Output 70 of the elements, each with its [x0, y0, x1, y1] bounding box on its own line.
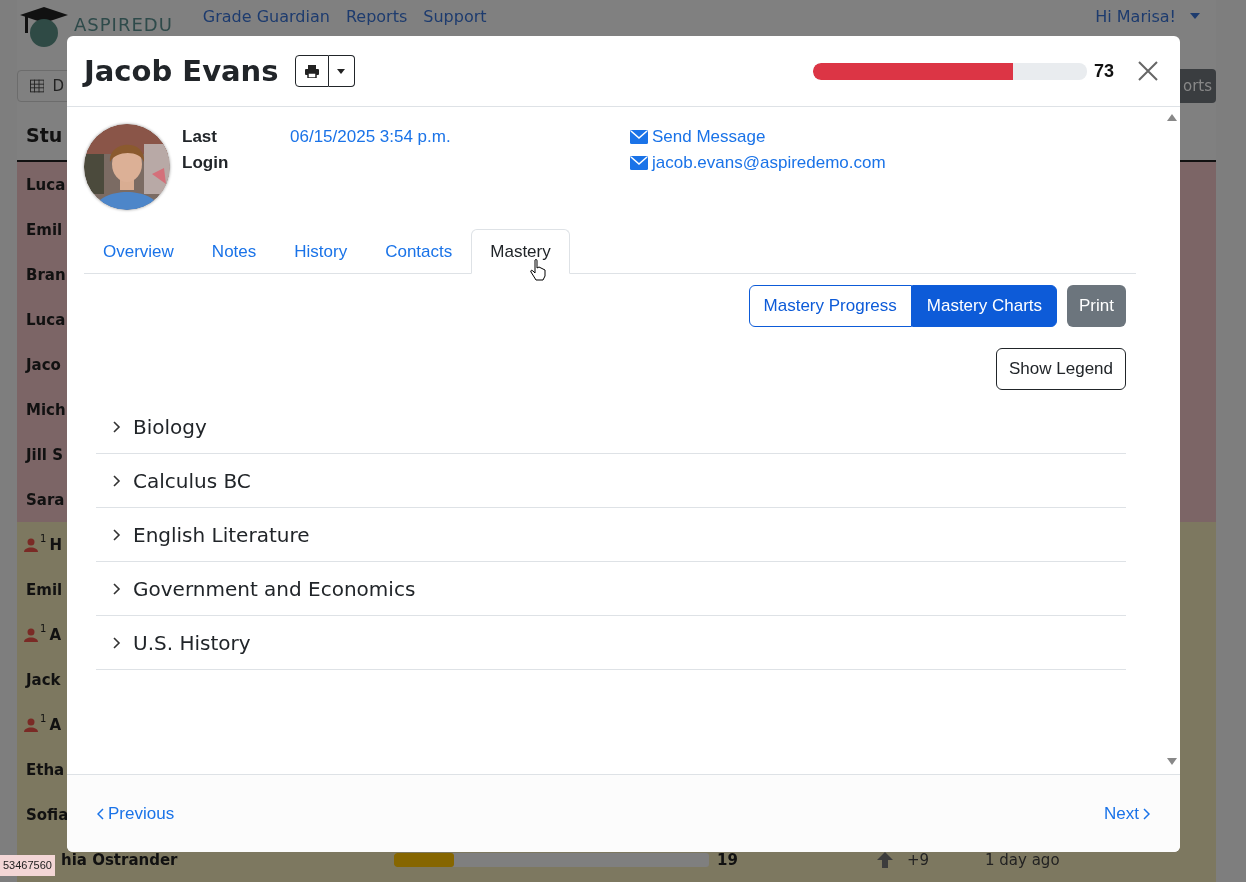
student-name: Luca	[26, 175, 66, 194]
caret-icon	[337, 68, 346, 74]
student-name: hia Ostrander	[61, 850, 179, 869]
student-name: H	[49, 535, 62, 554]
student-name: Sara	[26, 490, 65, 509]
dropdown-toggle[interactable]	[328, 55, 355, 87]
show-legend-button[interactable]: Show Legend	[996, 348, 1126, 390]
contact-link[interactable]: jacob.evans@aspiredemo.com	[630, 150, 886, 176]
print-button[interactable]	[294, 55, 329, 87]
tab[interactable]: Mastery	[471, 229, 570, 274]
close-icon	[1138, 61, 1158, 81]
score-change: +9	[907, 850, 931, 869]
tab[interactable]: Overview	[84, 229, 193, 274]
tooltip: 53467560	[0, 855, 55, 876]
next-link[interactable]: Next	[1104, 803, 1150, 824]
count-label: 1	[40, 713, 47, 724]
subject-accordion-item[interactable]: Government and Economics	[96, 562, 1126, 616]
nav-link[interactable]: Reports	[345, 6, 408, 26]
nav-link[interactable]: Grade Guardian	[202, 6, 330, 26]
person-icon	[24, 717, 38, 732]
subject-accordion-item[interactable]: Biology	[96, 400, 1126, 454]
view-toggle-button[interactable]: Mastery Progress	[748, 285, 912, 327]
student-name: Emil	[26, 220, 63, 239]
person-icon	[24, 537, 38, 552]
hand-cursor-icon	[530, 259, 546, 281]
brand-name: ASPIREDU	[74, 13, 173, 35]
student-name: Sofia	[26, 805, 69, 824]
count-label: 1	[40, 623, 47, 634]
student-name: Bran	[26, 265, 66, 284]
count-label: 1	[40, 533, 47, 544]
score-value: 19	[717, 850, 739, 869]
tab[interactable]: Notes	[192, 229, 276, 274]
subject-accordion-item[interactable]: U.S. History	[96, 616, 1126, 670]
score-value: 73	[1094, 60, 1116, 82]
envelope-icon	[630, 156, 648, 170]
field-label: Last Login	[182, 126, 230, 174]
section-heading: Stu	[26, 124, 63, 147]
student-name: A	[49, 715, 61, 734]
student-name: Mich	[26, 400, 66, 419]
tab[interactable]: Contacts	[366, 229, 472, 274]
scroll-up-icon	[1167, 114, 1177, 121]
student-name: Jack	[26, 670, 61, 689]
student-name: Luca	[26, 310, 66, 329]
contact-link[interactable]: Send Message	[630, 124, 886, 150]
last-login-link[interactable]: 06/15/2025 3:54 p.m.	[290, 124, 630, 150]
student-name: Jill S	[26, 445, 64, 464]
tab[interactable]: History	[275, 229, 367, 274]
view-toggle-button[interactable]: Mastery Charts	[911, 285, 1058, 327]
chevron-right-icon	[1143, 807, 1150, 820]
subject-accordion-item[interactable]: English Literature	[96, 508, 1126, 562]
nav-link[interactable]: Support	[423, 6, 487, 26]
caret-icon	[1190, 13, 1200, 20]
graduation-cap-icon	[20, 5, 68, 50]
student-name: Emil	[26, 580, 63, 599]
last-active: 1 day ago	[985, 850, 1060, 869]
envelope-icon	[630, 130, 648, 144]
chevron-left-icon	[97, 807, 104, 820]
user-menu[interactable]: Hi Marisa!	[1095, 6, 1176, 26]
grid-icon	[30, 79, 45, 94]
student-name: Etha	[26, 760, 65, 779]
previous-link[interactable]: Previous	[97, 803, 175, 824]
scroll-down-icon	[1167, 758, 1177, 765]
printer-icon	[304, 64, 319, 78]
up-arrow-icon	[877, 851, 893, 868]
subject-accordion-item[interactable]: Calculus BC	[96, 454, 1126, 508]
student-name: Jaco	[26, 355, 61, 374]
student-name: A	[49, 625, 61, 644]
student-name-title: Jacob Evans	[84, 54, 279, 88]
person-icon	[24, 627, 38, 642]
print-button[interactable]: Print	[1067, 285, 1126, 327]
